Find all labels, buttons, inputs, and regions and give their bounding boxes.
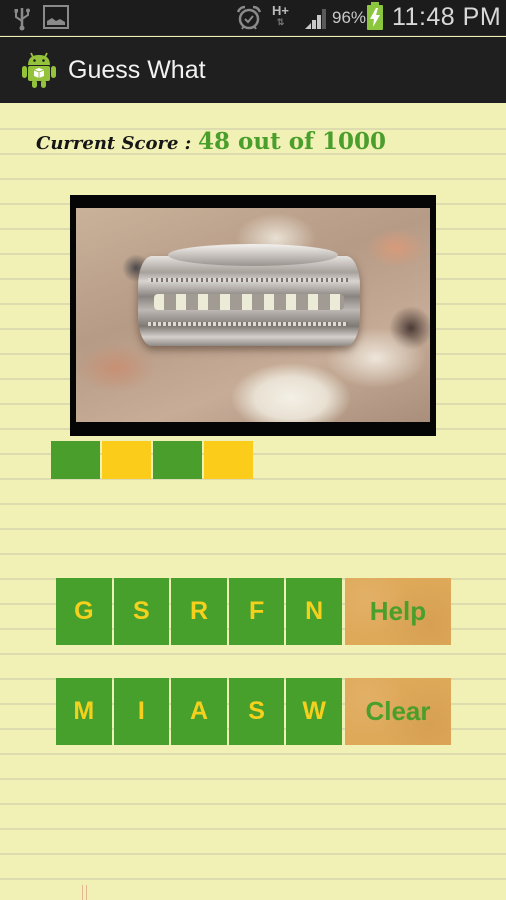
alarm-icon bbox=[236, 5, 262, 30]
letter-row-2: M I A S W Clear bbox=[56, 678, 451, 745]
paper-margin-line bbox=[82, 885, 87, 900]
puzzle-image bbox=[76, 208, 430, 422]
charging-bolt-icon bbox=[370, 8, 380, 27]
gallery-icon bbox=[43, 5, 69, 29]
score-value: 48 out of 1000 bbox=[198, 128, 386, 155]
letter-key[interactable]: N bbox=[286, 578, 342, 645]
score-label: Current Score : bbox=[36, 133, 192, 154]
letter-key[interactable]: S bbox=[228, 678, 285, 745]
letter-key[interactable]: M bbox=[56, 678, 112, 745]
answer-slot[interactable] bbox=[153, 441, 202, 479]
app-title: Guess What bbox=[68, 56, 206, 84]
clear-button[interactable]: Clear bbox=[344, 678, 451, 745]
answer-slot[interactable] bbox=[204, 441, 253, 479]
letter-key[interactable]: I bbox=[113, 678, 170, 745]
android-icon[interactable] bbox=[22, 50, 56, 88]
answer-slot[interactable] bbox=[102, 441, 151, 479]
usb-icon bbox=[14, 8, 30, 31]
battery-charging-icon bbox=[367, 2, 383, 30]
letter-key[interactable]: R bbox=[171, 578, 227, 645]
network-type: H+ bbox=[272, 3, 289, 18]
letter-key[interactable]: F bbox=[228, 578, 285, 645]
status-bar: H+ ⇅ 96% 11:48 PM bbox=[0, 0, 506, 36]
status-clock: 11:48 PM bbox=[392, 3, 502, 31]
answer-slots bbox=[51, 441, 253, 479]
answer-slot[interactable] bbox=[51, 441, 100, 479]
letter-key[interactable]: A bbox=[171, 678, 227, 745]
letter-key[interactable]: W bbox=[286, 678, 342, 745]
signal-icon bbox=[305, 9, 326, 29]
ring-illustration bbox=[138, 244, 360, 346]
battery-percent: 96% bbox=[332, 8, 367, 27]
action-bar: Guess What bbox=[0, 37, 506, 107]
help-button[interactable]: Help bbox=[344, 578, 451, 645]
letter-row-1: G S R F N Help bbox=[56, 578, 451, 645]
hplus-network-icon: H+ ⇅ bbox=[272, 4, 289, 27]
puzzle-image-frame bbox=[70, 195, 436, 436]
letter-key[interactable]: S bbox=[113, 578, 170, 645]
data-activity-arrows: ⇅ bbox=[276, 17, 285, 27]
letter-key[interactable]: G bbox=[56, 578, 112, 645]
